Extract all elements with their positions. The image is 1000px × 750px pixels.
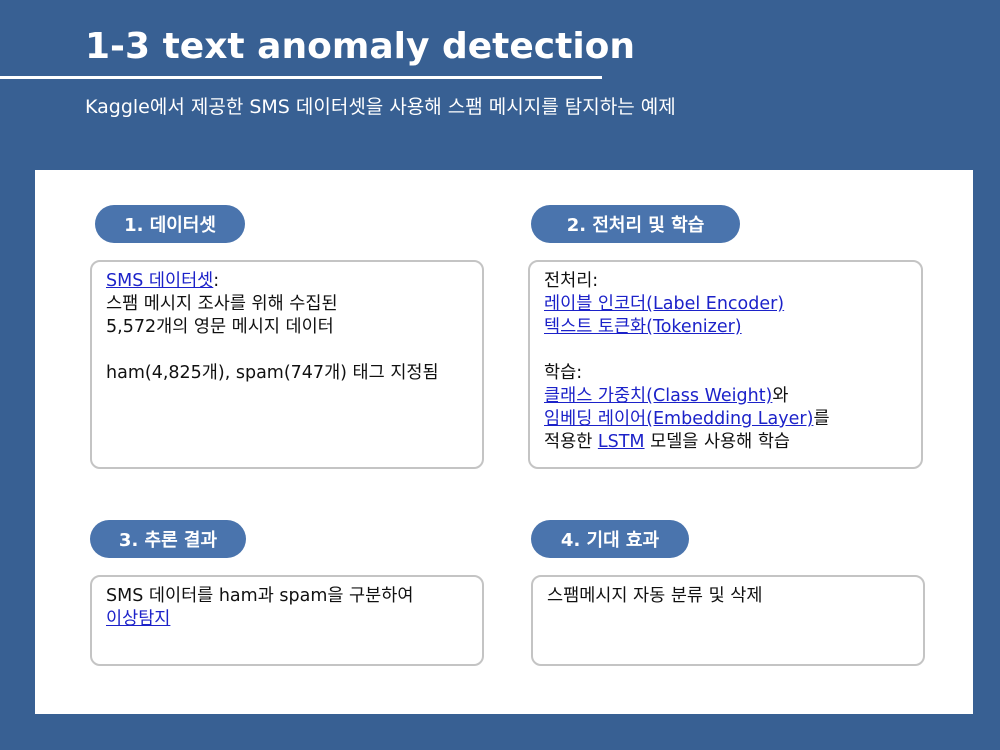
page-subtitle: Kaggle에서 제공한 SMS 데이터셋을 사용해 스팸 메시지를 탐지하는 … [85, 96, 676, 118]
section-preprocess-label: 2. 전처리 및 학습 [531, 205, 740, 243]
embedding-layer-link[interactable]: 임베딩 레이어(Embedding Layer) [544, 409, 813, 429]
label-encoder-link[interactable]: 레이블 인코더(Label Encoder) [544, 294, 784, 314]
card-line [106, 339, 468, 362]
title-underline [0, 76, 602, 79]
card-line: 학습: [544, 363, 583, 383]
card-line [544, 339, 907, 362]
card-line: 스팸 메시지 조사를 위해 수집된 [106, 294, 338, 314]
anomaly-detection-link[interactable]: 이상탐지 [106, 609, 170, 629]
card-line: 레이블 인코더(Label Encoder) [544, 293, 907, 316]
section-inference-card: SMS 데이터를 ham과 spam을 구분하여 이상탐지 [90, 575, 484, 666]
page-title: 1-3 text anomaly detection [85, 26, 636, 67]
section-effect-card: 스팸메시지 자동 분류 및 삭제 [531, 575, 925, 666]
card-line: 클래스 가중치(Class Weight)와 [544, 386, 789, 406]
section-dataset-label: 1. 데이터셋 [95, 205, 245, 243]
card-line: SMS 데이터를 ham과 spam을 구분하여 [106, 586, 414, 606]
tokenizer-link[interactable]: 텍스트 토큰화(Tokenizer) [544, 317, 742, 337]
card-line: 텍스트 토큰화(Tokenizer) [544, 316, 907, 339]
section-effect-label: 4. 기대 효과 [531, 520, 689, 558]
lstm-link[interactable]: LSTM [598, 432, 645, 452]
card-line: SMS 데이터셋: [106, 271, 220, 291]
class-weight-link[interactable]: 클래스 가중치(Class Weight) [544, 386, 772, 406]
card-line: 이상탐지 [106, 608, 468, 631]
card-line: 임베딩 레이어(Embedding Layer)를 [544, 409, 830, 429]
card-line: 전처리: [544, 271, 599, 291]
card-line: 적용한 LSTM 모델을 사용해 학습 [544, 432, 791, 452]
section-preprocess-card: 전처리: 레이블 인코더(Label Encoder) 텍스트 토큰화(Toke… [528, 260, 923, 469]
dataset-link[interactable]: SMS 데이터셋 [106, 271, 213, 291]
card-line: 스팸메시지 자동 분류 및 삭제 [547, 586, 763, 606]
card-line: ham(4,825개), spam(747개) 태그 지정됨 [106, 363, 439, 383]
section-dataset-card: SMS 데이터셋: 스팸 메시지 조사를 위해 수집된 5,572개의 영문 메… [90, 260, 484, 469]
card-line: 5,572개의 영문 메시지 데이터 [106, 317, 334, 337]
section-inference-label: 3. 추론 결과 [90, 520, 246, 558]
